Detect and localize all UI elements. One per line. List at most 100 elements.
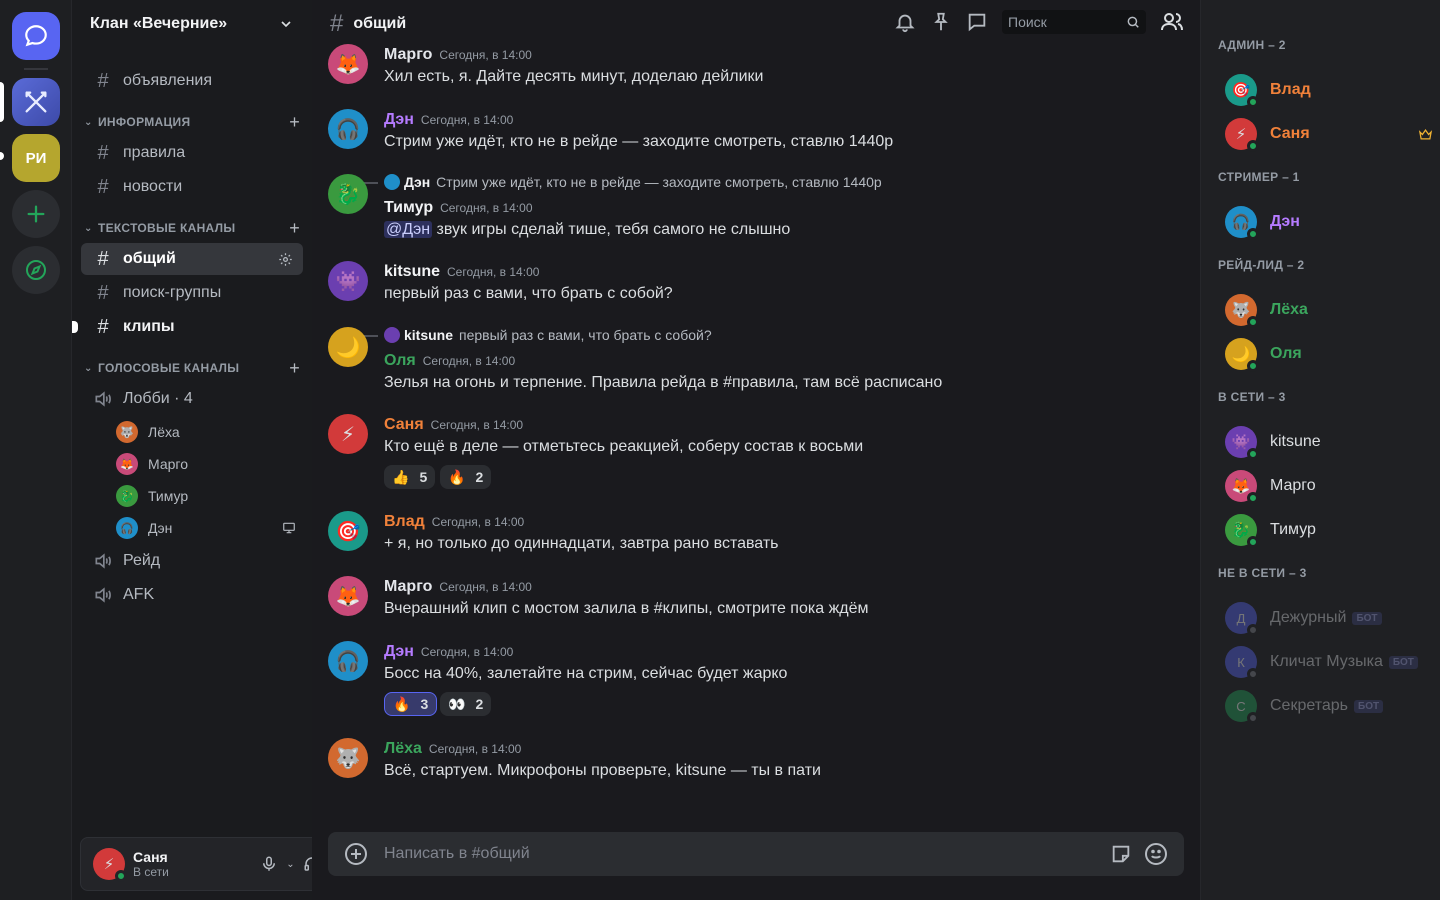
reaction-fire[interactable]: 🔥 2	[440, 465, 492, 489]
member-item[interactable]: 🐉 Тимур	[1225, 510, 1435, 550]
reaction-thumbs-up[interactable]: 👍 5	[384, 465, 436, 489]
gear-icon[interactable]	[278, 252, 293, 267]
member-item[interactable]: 🎯 Влад	[1225, 70, 1435, 110]
category-text[interactable]: ⌄ ТЕКСТОВЫЕ КАНАЛЫ +	[84, 218, 306, 238]
reply-preview[interactable]: kitsune первый раз с вами, что брать с с…	[384, 327, 712, 343]
channel-label: Лобби · 4	[123, 390, 193, 407]
bot-badge: БОТ	[1354, 699, 1384, 713]
chevron-down-icon[interactable]: ⌄	[286, 859, 294, 870]
message-author[interactable]: Марго	[384, 578, 432, 596]
add-circle-icon[interactable]	[344, 842, 368, 866]
members-icon[interactable]	[1160, 10, 1184, 34]
category-info[interactable]: ⌄ ИНФОРМАЦИЯ +	[84, 112, 306, 132]
channel-rules[interactable]: # правила	[81, 137, 303, 169]
search-input[interactable]: Поиск	[1002, 10, 1146, 34]
message-author[interactable]: Влад	[384, 513, 425, 531]
message-author[interactable]: Лёха	[384, 740, 422, 758]
member-name: kitsune	[1270, 433, 1321, 450]
avatar: 🌙	[1225, 338, 1259, 372]
avatar[interactable]: ⚡	[328, 414, 368, 454]
hash-icon: #	[97, 69, 109, 92]
voice-channel-afk[interactable]: AFK	[81, 579, 303, 611]
member-item[interactable]: ⚡ Саня	[1225, 114, 1435, 154]
voice-channel-raid[interactable]: Рейд	[81, 545, 303, 577]
reply-preview[interactable]: Дэн Стрим уже идёт, кто не в рейде — зах…	[384, 174, 882, 190]
server-swords[interactable]	[12, 78, 60, 126]
member-item[interactable]: Д Дежурный БОТ	[1225, 598, 1435, 638]
channel-label: клипы	[123, 318, 175, 335]
microphone-icon[interactable]	[260, 855, 278, 873]
member-item[interactable]: 🎧 Дэн	[1225, 202, 1435, 242]
add-server-button[interactable]	[12, 190, 60, 238]
avatar[interactable]: 🎧	[328, 109, 368, 149]
emoji-icon[interactable]	[1144, 842, 1168, 866]
channel-label: правила	[123, 144, 186, 161]
reaction-emoji: 👍	[392, 468, 410, 485]
voice-channel-lobby[interactable]: Лобби · 4	[81, 383, 303, 415]
avatar: 🐺	[1225, 294, 1259, 328]
avatar[interactable]: ⚡	[93, 848, 127, 882]
member-item[interactable]: К Кличат Музыка БОТ	[1225, 642, 1435, 682]
guild-header[interactable]: Клан «Вечерние»	[72, 0, 312, 48]
sticker-icon[interactable]	[1110, 843, 1132, 865]
category-label: ГОЛОСОВЫЕ КАНАЛЫ	[98, 361, 240, 375]
server-ri[interactable]: РИ	[12, 134, 60, 182]
message-author[interactable]: Дэн	[384, 111, 414, 129]
add-channel-icon[interactable]: +	[289, 112, 300, 133]
message-author[interactable]: Саня	[384, 416, 424, 434]
reaction-count: 5	[419, 469, 428, 485]
member-item[interactable]: С Секретарь БОТ	[1225, 686, 1435, 726]
avatar[interactable]: 👾	[328, 261, 368, 301]
channel-general[interactable]: # общий	[81, 243, 303, 275]
user-status: В сети	[133, 865, 169, 879]
threads-icon[interactable]	[966, 11, 988, 33]
channel-news[interactable]: # новости	[81, 171, 303, 203]
unread-channel-indicator	[72, 321, 78, 333]
member-item[interactable]: 🦊 Марго	[1225, 466, 1435, 506]
message-input[interactable]: Написать в #общий	[328, 832, 1184, 876]
status-dot	[1247, 316, 1259, 328]
add-channel-icon[interactable]: +	[289, 218, 300, 239]
message-author[interactable]: kitsune	[384, 263, 440, 281]
avatar[interactable]: 🐺	[328, 738, 368, 778]
channel-lfg[interactable]: # поиск-группы	[81, 277, 303, 309]
pin-icon[interactable]	[930, 11, 952, 33]
message-author[interactable]: Тимур	[384, 199, 433, 217]
add-channel-icon[interactable]: +	[289, 358, 300, 379]
chevron-down-icon: ⌄	[84, 362, 93, 374]
avatar[interactable]: 🐉	[328, 174, 368, 214]
message-author[interactable]: Марго	[384, 46, 432, 64]
user-name: Саня	[133, 849, 168, 865]
avatar[interactable]: 🌙	[328, 327, 368, 367]
home-button[interactable]	[12, 12, 60, 60]
channel-label: общий	[123, 250, 176, 267]
member-item[interactable]: 👾 kitsune	[1225, 422, 1435, 462]
avatar: 🐉	[1225, 514, 1259, 548]
status-dot	[1247, 492, 1259, 504]
discover-button[interactable]	[12, 246, 60, 294]
message-text: Босс на 40%, залетайте на стрим, сейчас …	[384, 665, 788, 682]
reaction-eyes[interactable]: 👀 2	[440, 692, 492, 716]
avatar[interactable]: 🎧	[328, 641, 368, 681]
channel-announcements[interactable]: # объявления	[81, 65, 303, 97]
member-list: АДМИН – 2 🎯 Влад ⚡ Саня СТРИМЕР – 1 🎧 Дэ…	[1200, 0, 1440, 900]
voice-user[interactable]: 🦊 Марго	[116, 449, 306, 479]
bell-icon[interactable]	[894, 11, 916, 33]
category-voice[interactable]: ⌄ ГОЛОСОВЫЕ КАНАЛЫ +	[84, 358, 306, 378]
avatar[interactable]: 🦊	[328, 576, 368, 616]
mention[interactable]: @Дэн	[384, 221, 433, 238]
reaction-fire[interactable]: 🔥 3	[384, 692, 438, 716]
channel-clips[interactable]: # клипы	[81, 311, 303, 343]
avatar[interactable]: 🎯	[328, 511, 368, 551]
voice-user[interactable]: 🐉 Тимур	[116, 481, 306, 511]
channel-sidebar: Клан «Вечерние» # объявления ⌄ ИНФОРМАЦИ…	[72, 0, 376, 900]
member-item[interactable]: 🌙 Оля	[1225, 334, 1435, 374]
avatar[interactable]: 🦊	[328, 44, 368, 84]
voice-user[interactable]: 🐺 Лёха	[116, 417, 306, 447]
message-author[interactable]: Дэн	[384, 643, 414, 661]
message-author[interactable]: Оля	[384, 352, 416, 370]
voice-user[interactable]: 🎧 Дэн	[116, 513, 306, 543]
member-item[interactable]: 🐺 Лёха	[1225, 290, 1435, 330]
category-label: ТЕКСТОВЫЕ КАНАЛЫ	[98, 221, 236, 235]
member-group-title: АДМИН – 2	[1218, 38, 1286, 52]
